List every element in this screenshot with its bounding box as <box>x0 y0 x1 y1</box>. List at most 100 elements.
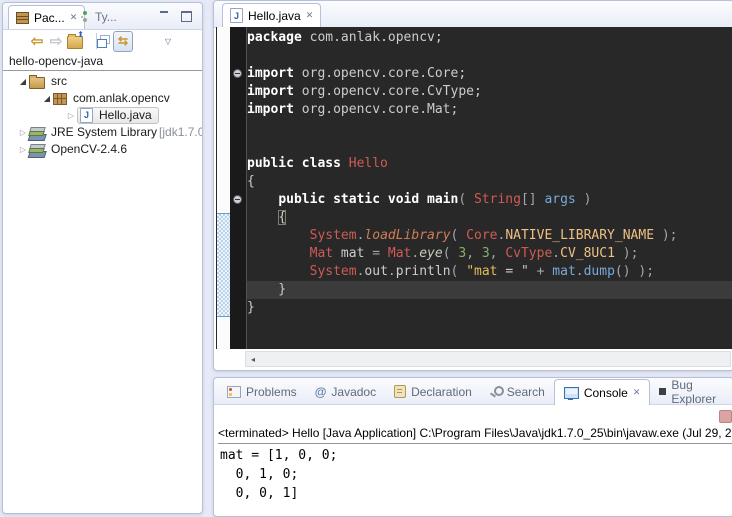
tree-item-project[interactable]: hello-opencv-java <box>3 53 202 71</box>
code-line[interactable]: import org.opencv.core.Mat; <box>247 101 732 119</box>
bug-icon <box>659 388 666 395</box>
view-menu-button[interactable]: ▽ <box>158 31 178 51</box>
code-line[interactable] <box>247 119 732 137</box>
tab-label: Hello.java <box>248 9 301 23</box>
tab-hello-java[interactable]: J Hello.java ✕ <box>222 3 321 27</box>
fold-collapse-icon[interactable] <box>233 195 242 204</box>
code-line[interactable] <box>247 47 732 65</box>
code-token: } <box>247 282 286 297</box>
scroll-left-icon[interactable]: ◂ <box>246 355 260 364</box>
code-token: , <box>466 246 482 261</box>
up-folder-icon <box>67 36 83 49</box>
code-line[interactable]: import org.opencv.core.CvType; <box>247 83 732 101</box>
code-line[interactable]: System.out.println( "mat = " + mat.dump(… <box>247 263 732 281</box>
console-output[interactable]: mat = [1, 0, 0; 0, 1, 0; 0, 0, 1] <box>220 446 337 503</box>
tree-expand-arrow[interactable]: ◢ <box>41 90 53 107</box>
tree-selection: JHello.java <box>77 107 159 124</box>
minimize-button[interactable] <box>159 10 170 20</box>
code-token: com.anlak.opencv; <box>302 30 443 45</box>
code-token: org.opencv.core.CvType; <box>294 84 482 99</box>
code-token: System <box>310 264 357 279</box>
tab-bug-explorer[interactable]: Bug Explorer <box>650 379 725 404</box>
code-line[interactable]: { <box>247 173 732 191</box>
code-token: = <box>372 246 388 261</box>
tree-collapse-arrow[interactable]: ▷ <box>17 124 29 141</box>
code-token: mat <box>552 264 575 279</box>
code-token: mat <box>333 246 372 261</box>
search-icon <box>490 386 502 398</box>
terminate-button[interactable] <box>719 410 732 423</box>
editor-body: package com.anlak.opencv; import org.open… <box>216 27 732 349</box>
forward-button[interactable]: ⇨ <box>46 31 66 51</box>
up-folder-button[interactable] <box>65 31 85 51</box>
library-icon <box>29 143 45 156</box>
code-token: dump <box>584 264 615 279</box>
code-token: { <box>247 174 255 189</box>
code-line[interactable]: Mat mat = Mat.eye( 3, 3, CvType.CV_8UC1 … <box>247 245 732 263</box>
javadoc-icon: @ <box>315 386 327 398</box>
code-line[interactable]: } <box>247 299 732 317</box>
fold-collapse-icon[interactable] <box>233 69 242 78</box>
tab-javadoc[interactable]: @Javadoc <box>306 379 385 404</box>
range-indicator <box>217 213 230 317</box>
tree-collapse-arrow[interactable]: ▷ <box>17 141 29 158</box>
code-token: import <box>247 102 294 117</box>
code-line[interactable]: public class Hello <box>247 155 732 173</box>
tab-label: Declaration <box>411 385 472 399</box>
tree-collapse-arrow[interactable]: ▷ <box>65 107 77 124</box>
folder-package-icon <box>29 77 45 89</box>
link-with-editor-button[interactable]: ⇆ <box>113 31 133 51</box>
code-token: loadLibrary <box>364 228 450 243</box>
code-token: = " <box>498 264 537 279</box>
back-button[interactable]: ⇦ <box>27 31 47 51</box>
code-token: 3 <box>482 246 490 261</box>
package-explorer-pane: Pac... ✕ Ty... ⇦⇨⇆▽ hello-opencv-java◢sr… <box>2 2 203 514</box>
tab-type-hierarchy[interactable]: Ty... <box>73 5 124 28</box>
collapse-all-button[interactable] <box>93 31 113 51</box>
code-token: org.opencv.core.Mat; <box>294 102 458 117</box>
tab-bug[interactable]: Bug <box>725 379 732 404</box>
maximize-button[interactable] <box>181 10 192 20</box>
tree-expand-arrow[interactable]: ◢ <box>17 73 29 90</box>
horizontal-scrollbar[interactable]: ◂ <box>245 351 731 367</box>
code-line[interactable]: import org.opencv.core.Core; <box>247 65 732 83</box>
explorer-tab-bar: Pac... ✕ Ty... <box>3 3 202 30</box>
package-icon <box>53 93 67 105</box>
tab-console[interactable]: Console✕ <box>554 379 651 405</box>
back-icon: ⇦ <box>31 32 44 50</box>
code-token: . <box>388 264 396 279</box>
code-line[interactable]: { <box>247 209 732 227</box>
tree-item-hello-java[interactable]: ▷JHello.java <box>3 107 202 124</box>
tab-declaration[interactable]: Declaration <box>385 379 481 404</box>
code-line[interactable]: package com.anlak.opencv; <box>247 29 732 47</box>
console-output-line: mat = [1, 0, 0; <box>220 446 337 465</box>
code-line[interactable]: } <box>247 281 732 299</box>
tab-search[interactable]: Search <box>481 379 554 404</box>
tree-item-com-anlak-opencv[interactable]: ◢ com.anlak.opencv <box>3 90 202 107</box>
tree-item-label: src <box>49 73 69 90</box>
tree-item-label: com.anlak.opencv <box>71 90 172 107</box>
close-icon[interactable]: ✕ <box>306 11 314 20</box>
folding-gutter <box>230 27 247 349</box>
code-line[interactable]: System.loadLibrary( Core.NATIVE_LIBRARY_… <box>247 227 732 245</box>
code-token: org.opencv.core.Core; <box>294 66 466 81</box>
tree-item-src[interactable]: ◢ src <box>3 73 202 90</box>
tab-label: Ty... <box>95 10 117 24</box>
code-area[interactable]: package com.anlak.opencv; import org.open… <box>247 27 732 351</box>
code-line[interactable]: public static void main( String[] args ) <box>247 191 732 209</box>
tree-item-opencv-246[interactable]: ▷OpenCV-2.4.6 <box>3 141 202 158</box>
close-icon[interactable]: ✕ <box>633 388 641 397</box>
code-line[interactable] <box>247 137 732 155</box>
code-token: ( <box>443 246 459 261</box>
explorer-tree: hello-opencv-java◢src◢com.anlak.opencv▷J… <box>3 53 202 513</box>
console-icon <box>564 387 579 399</box>
code-token <box>247 264 310 279</box>
code-token: out <box>364 264 387 279</box>
code-token: Mat <box>310 246 333 261</box>
tree-item-label: Hello.java <box>97 107 154 124</box>
code-token: Hello <box>349 156 388 171</box>
code-token: Mat <box>388 246 411 261</box>
editor-pane: J Hello.java ✕ package com.anlak.opencv;… <box>213 0 732 371</box>
tree-item-jre-system-library[interactable]: ▷JRE System Library [jdk1.7.0 <box>3 124 202 141</box>
tab-problems[interactable]: Problems <box>218 379 306 404</box>
